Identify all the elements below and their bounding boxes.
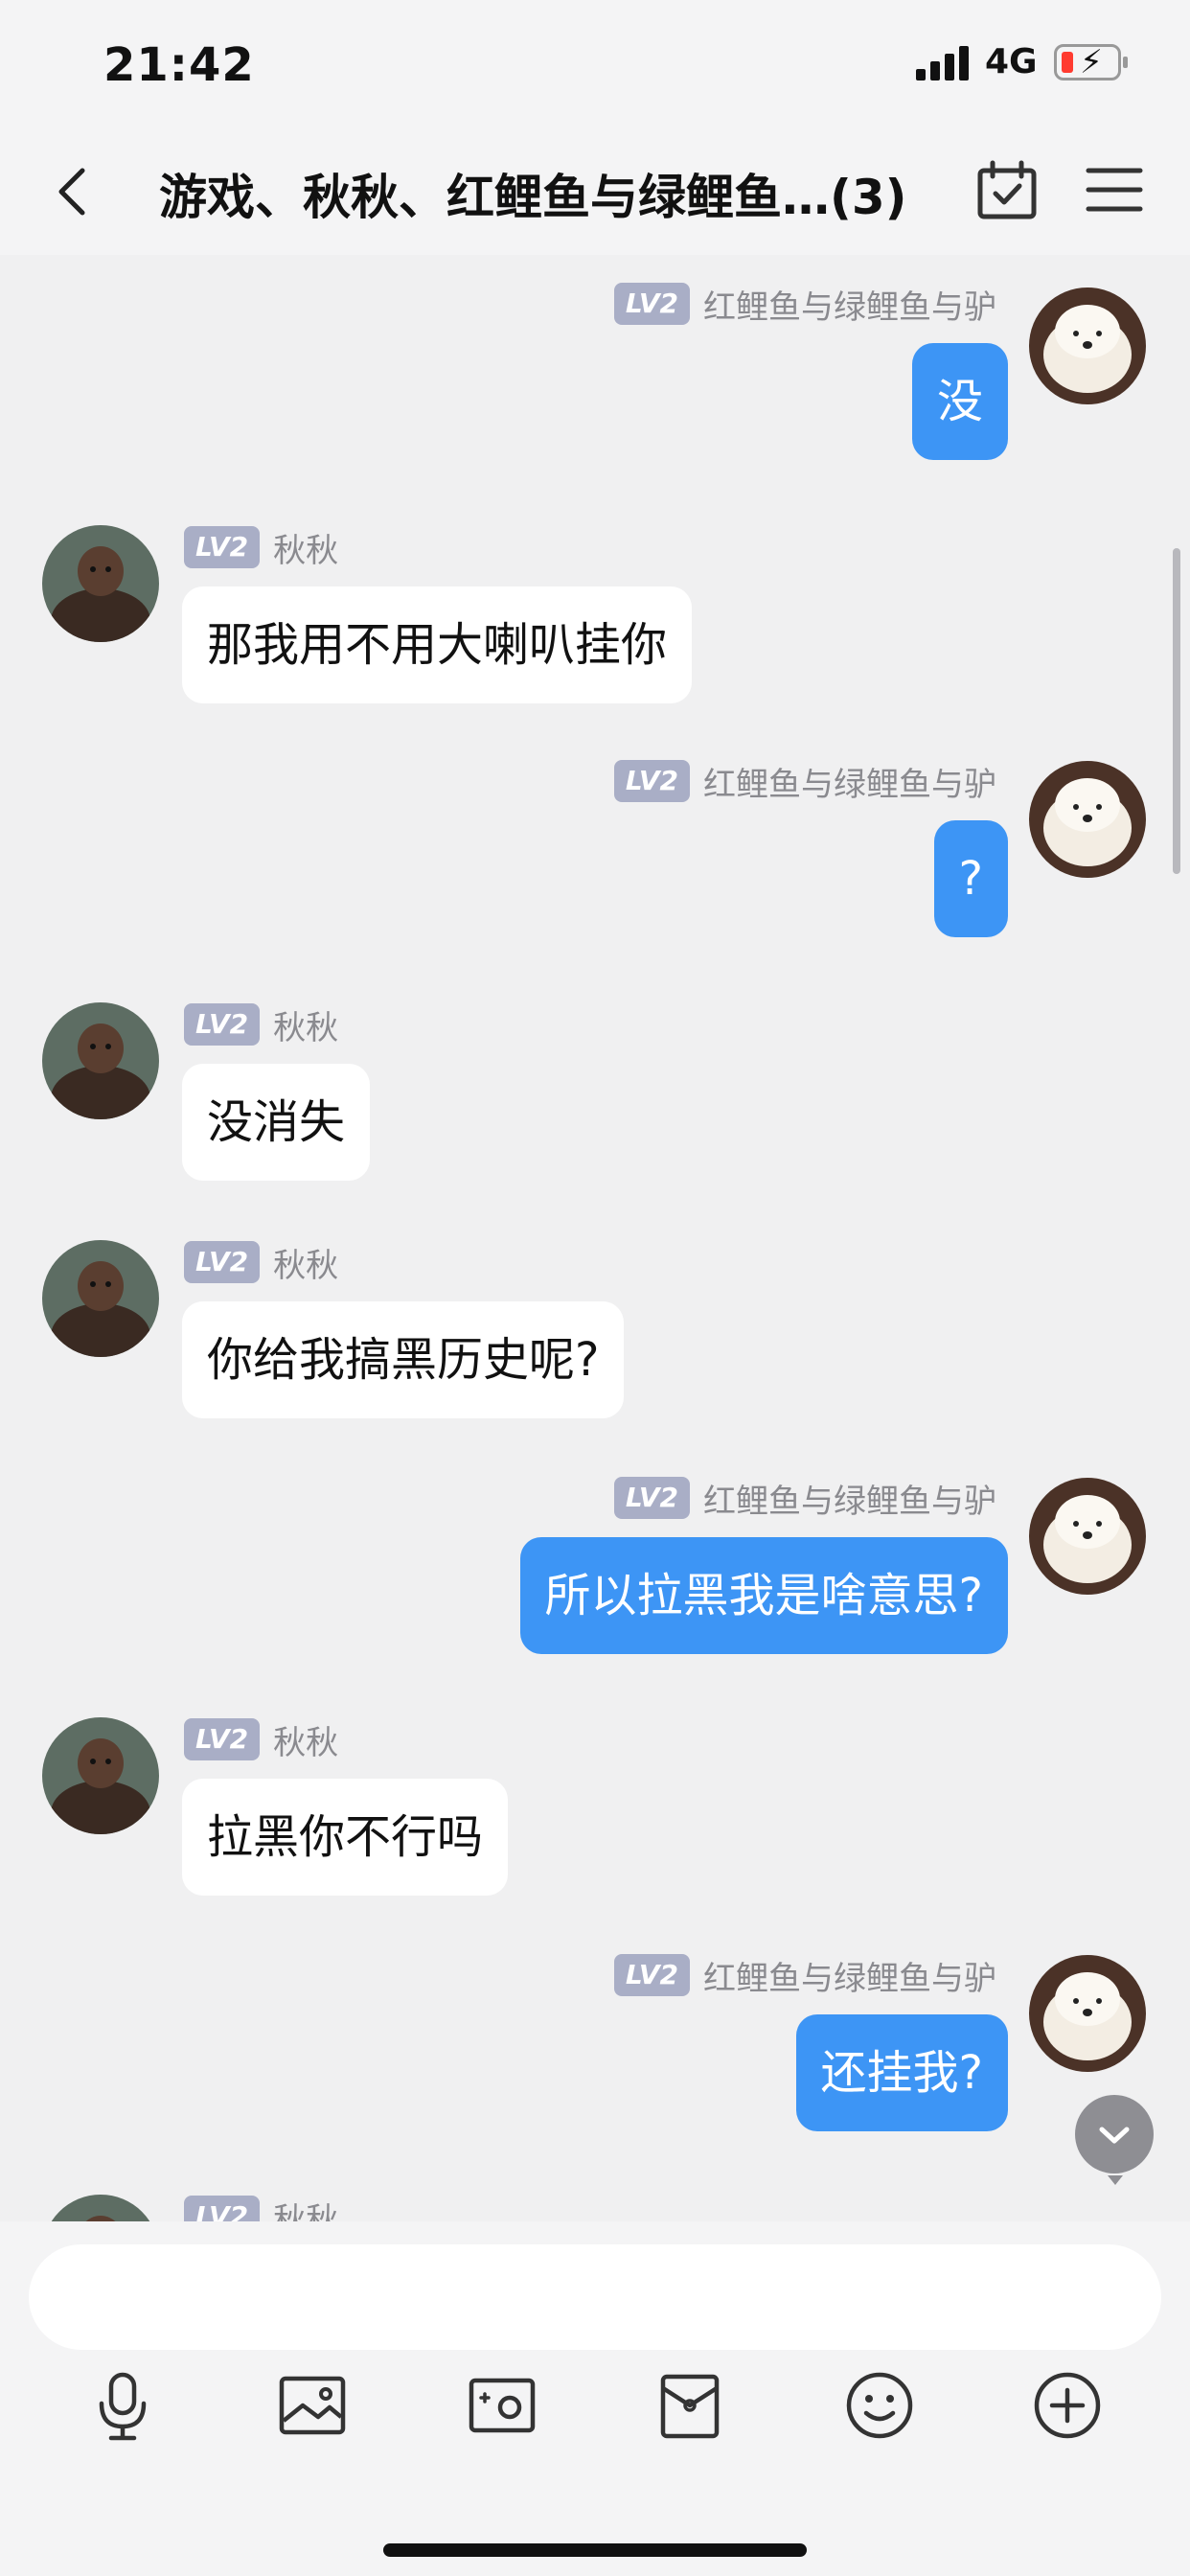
message-bubble[interactable]: 所以拉黑我是啥意思? — [519, 1537, 1008, 1654]
message-bubble[interactable]: ? — [933, 820, 1008, 937]
emoji-icon[interactable] — [841, 2367, 918, 2444]
chevron-down-icon — [1099, 2127, 1130, 2144]
message-bubble[interactable]: 你给我搞黑历史呢? — [182, 1301, 625, 1418]
plus-circle-icon[interactable] — [1029, 2367, 1106, 2444]
avatar-self[interactable] — [1029, 1955, 1146, 2072]
sender-name: 秋秋 — [273, 531, 339, 570]
level-badge: LV2 — [613, 760, 690, 802]
message-list[interactable]: LV2 红鲤鱼与绿鲤鱼与驴 没 LV2 秋秋 那我用不用大喇叭挂你 LV2 红鲤鱼与绿… — [0, 255, 1190, 2221]
level-badge: LV2 — [184, 1003, 261, 1046]
sender-name: 红鲤鱼与绿鲤鱼与驴 — [703, 765, 996, 804]
sender-name: 红鲤鱼与绿鲤鱼与驴 — [703, 1959, 996, 1998]
camera-icon[interactable] — [464, 2367, 540, 2444]
network-type: 4G — [985, 42, 1038, 81]
back-icon[interactable] — [46, 163, 103, 220]
scroll-to-bottom-button[interactable] — [1075, 2095, 1154, 2185]
level-badge: LV2 — [613, 283, 690, 325]
scrollbar[interactable] — [1173, 548, 1180, 874]
avatar-qiuqiu[interactable] — [42, 1240, 159, 1357]
sender-name: 秋秋 — [273, 2200, 339, 2222]
message-bubble[interactable]: 那我用不用大喇叭挂你 — [182, 586, 693, 703]
avatar-self[interactable] — [1029, 288, 1146, 404]
level-badge: LV2 — [184, 1718, 261, 1760]
composer — [0, 2221, 1190, 2576]
status-bar: 21:42 4G ⚡ — [0, 0, 1190, 134]
microphone-icon[interactable] — [84, 2367, 161, 2444]
hamburger-menu-icon[interactable] — [1085, 163, 1144, 217]
sender-name: 红鲤鱼与绿鲤鱼与驴 — [703, 288, 996, 327]
level-badge: LV2 — [184, 1241, 261, 1283]
sender-name: 秋秋 — [273, 1246, 339, 1285]
signal-icon — [916, 46, 970, 80]
avatar-qiuqiu[interactable] — [42, 2195, 159, 2221]
battery-icon: ⚡ — [1054, 43, 1128, 81]
image-icon[interactable] — [274, 2367, 351, 2444]
avatar-self[interactable] — [1029, 761, 1146, 878]
level-badge: LV2 — [184, 526, 261, 568]
avatar-qiuqiu[interactable] — [42, 525, 159, 642]
chat-title[interactable]: 游戏、秋秋、红鲤鱼与绿鲤鱼…(3) — [159, 159, 926, 228]
avatar-qiuqiu[interactable] — [42, 1717, 159, 1834]
calendar-check-icon[interactable] — [975, 159, 1039, 222]
status-time: 21:42 — [103, 38, 255, 92]
message-input[interactable] — [29, 2244, 1161, 2350]
chat-header: 游戏、秋秋、红鲤鱼与绿鲤鱼…(3) — [0, 134, 1190, 255]
level-badge: LV2 — [184, 2196, 261, 2221]
sender-name: 红鲤鱼与绿鲤鱼与驴 — [703, 1482, 996, 1521]
home-indicator — [383, 2543, 807, 2557]
red-packet-icon[interactable] — [652, 2367, 728, 2444]
level-badge: LV2 — [613, 1477, 690, 1519]
avatar-self[interactable] — [1029, 1478, 1146, 1595]
sender-name: 秋秋 — [273, 1723, 339, 1762]
level-badge: LV2 — [613, 1954, 690, 1996]
message-bubble[interactable]: 没消失 — [182, 1064, 371, 1181]
sender-name: 秋秋 — [273, 1008, 339, 1047]
message-bubble[interactable]: 没 — [911, 343, 1008, 460]
avatar-qiuqiu[interactable] — [42, 1002, 159, 1119]
message-bubble[interactable]: 拉黑你不行吗 — [182, 1779, 509, 1896]
message-bubble[interactable]: 还挂我? — [795, 2014, 1008, 2131]
